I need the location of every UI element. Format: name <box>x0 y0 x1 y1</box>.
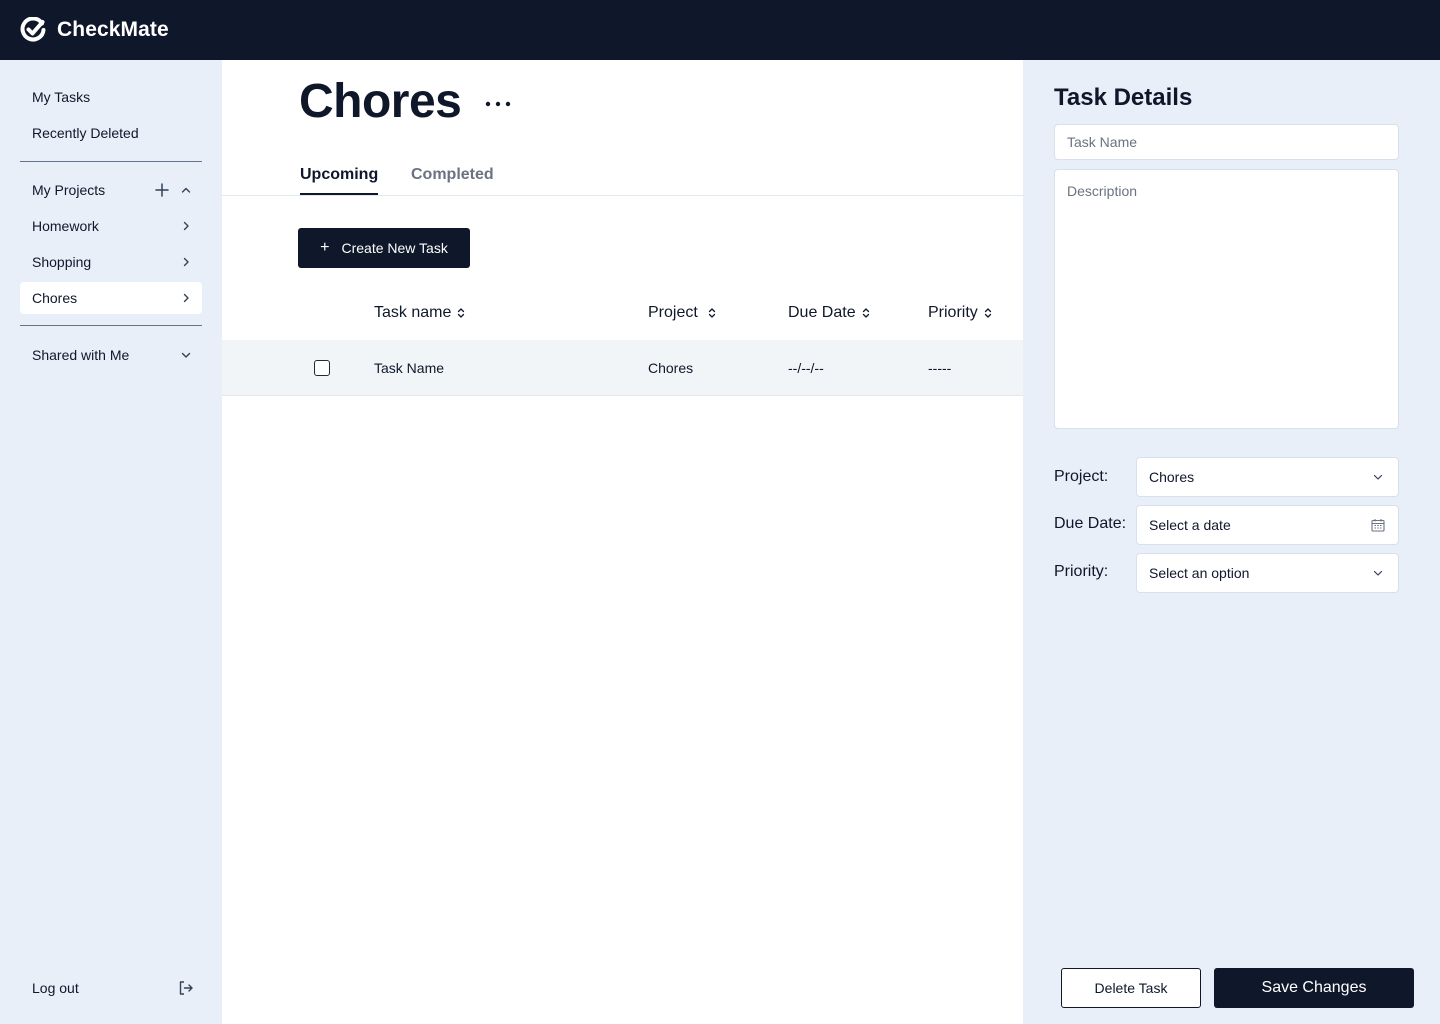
more-options-icon[interactable] <box>484 92 514 116</box>
project-label: Project: <box>1054 468 1109 485</box>
chevron-down-icon <box>1370 469 1386 485</box>
delete-task-button[interactable]: Delete Task <box>1061 968 1201 1008</box>
page-title: Chores <box>299 75 462 128</box>
chevron-down-icon <box>178 347 194 363</box>
sidebar-item-homework[interactable]: Homework <box>20 210 202 242</box>
sidebar-item-shared-with-me[interactable]: Shared with Me <box>20 339 202 371</box>
add-project-icon[interactable] <box>154 182 170 198</box>
sort-icon <box>707 306 717 320</box>
task-details-panel: Task Details Project: Chores Due Date: S… <box>1023 60 1440 1024</box>
due-date-label: Due Date: <box>1054 515 1127 532</box>
sort-icon <box>983 306 993 320</box>
app-title: CheckMate <box>57 18 169 41</box>
column-header-priority[interactable]: Priority <box>928 304 993 322</box>
column-header-label: Task name <box>374 304 452 321</box>
tabs-divider <box>222 195 1023 196</box>
sidebar-item-label: My Projects <box>32 182 106 198</box>
logout-button[interactable]: Log out <box>20 972 202 1004</box>
sidebar-item-label: My Tasks <box>32 89 91 105</box>
priority-label: Priority: <box>1054 563 1109 580</box>
create-new-task-button[interactable]: + Create New Task <box>298 228 470 268</box>
description-textarea[interactable] <box>1054 169 1399 429</box>
sort-icon <box>861 306 871 320</box>
sidebar-item-recently-deleted[interactable]: Recently Deleted <box>20 117 202 149</box>
column-header-label: Project <box>648 304 698 321</box>
due-date-cell: --/--/-- <box>788 360 824 376</box>
column-header-project[interactable]: Project <box>648 304 717 322</box>
column-header-label: Priority <box>928 304 978 321</box>
project-select-value: Chores <box>1149 469 1195 485</box>
sidebar-item-label: Recently Deleted <box>32 125 139 141</box>
sidebar-item-label: Homework <box>32 218 99 234</box>
column-header-due-date[interactable]: Due Date <box>788 304 871 322</box>
sidebar-item-label: Chores <box>32 290 78 306</box>
sidebar-item-shopping[interactable]: Shopping <box>20 246 202 278</box>
sidebar-divider <box>20 325 202 326</box>
tab-completed[interactable]: Completed <box>411 166 494 193</box>
due-date-picker[interactable]: Select a date <box>1136 505 1399 545</box>
sidebar-item-label: Shared with Me <box>32 347 130 363</box>
create-new-task-label: Create New Task <box>341 240 448 256</box>
sidebar-item-my-projects[interactable]: My Projects <box>20 174 202 206</box>
logout-label: Log out <box>32 980 79 996</box>
column-header-task-name[interactable]: Task name <box>374 304 466 322</box>
priority-select[interactable]: Select an option <box>1136 553 1399 593</box>
task-details-title: Task Details <box>1054 84 1193 111</box>
project-cell: Chores <box>648 360 694 376</box>
logout-icon <box>178 980 194 996</box>
priority-select-value: Select an option <box>1149 565 1250 581</box>
priority-cell: ----- <box>928 360 952 376</box>
table-row[interactable]: Task Name Chores --/--/-- ----- <box>222 340 1023 396</box>
sidebar-divider <box>20 161 202 162</box>
sidebar-item-chores[interactable]: Chores <box>20 282 202 314</box>
sidebar-item-my-tasks[interactable]: My Tasks <box>20 81 202 113</box>
chevron-right-icon <box>178 218 194 234</box>
check-circle-logo-icon <box>20 17 46 43</box>
task-checkbox[interactable] <box>314 360 330 376</box>
task-name-cell: Task Name <box>374 360 445 376</box>
tab-upcoming[interactable]: Upcoming <box>300 166 379 195</box>
project-select[interactable]: Chores <box>1136 457 1399 497</box>
chevron-right-icon <box>178 290 194 306</box>
top-bar: CheckMate <box>0 0 1440 60</box>
chevron-right-icon <box>178 254 194 270</box>
chevron-up-icon[interactable] <box>178 182 194 198</box>
due-date-value: Select a date <box>1149 517 1231 533</box>
sort-icon <box>456 306 466 320</box>
calendar-icon <box>1370 517 1386 533</box>
main-content: Chores Upcoming Completed + Create New T… <box>222 60 1023 1024</box>
save-changes-button[interactable]: Save Changes <box>1214 968 1414 1008</box>
sidebar-item-label: Shopping <box>32 254 92 270</box>
chevron-down-icon <box>1370 565 1386 581</box>
task-name-input[interactable] <box>1054 124 1399 160</box>
plus-icon: + <box>320 239 330 256</box>
column-header-label: Due Date <box>788 304 856 321</box>
sidebar: My Tasks Recently Deleted My Projects Ho… <box>0 60 222 1024</box>
